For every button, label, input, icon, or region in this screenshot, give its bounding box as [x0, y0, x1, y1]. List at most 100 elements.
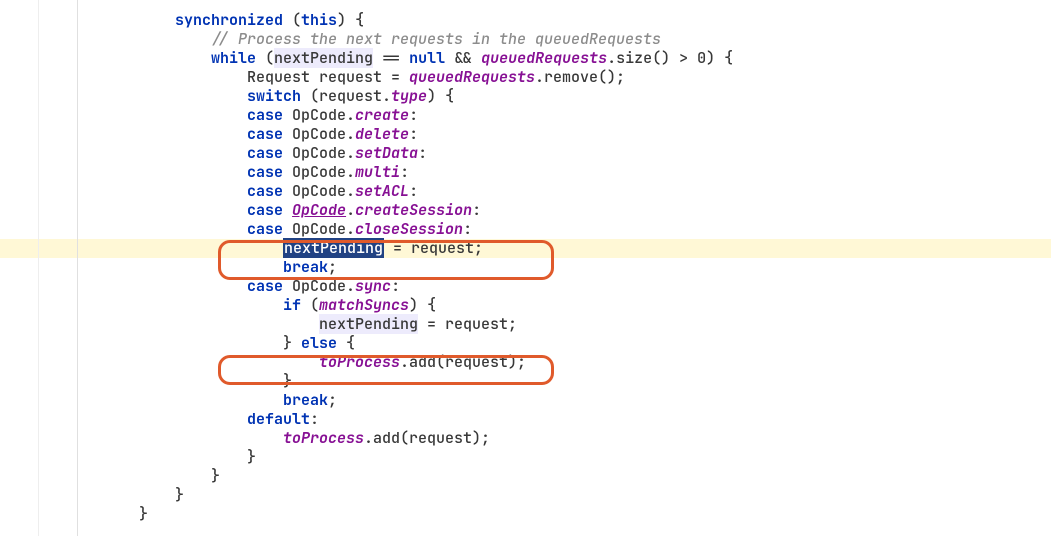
code-line[interactable]: break;: [85, 258, 733, 277]
code-token[interactable]: null: [409, 48, 445, 68]
code-token[interactable]: :: [310, 409, 319, 429]
code-token[interactable]: ==: [373, 48, 409, 68]
code-token[interactable]: }: [283, 371, 292, 391]
code-token[interactable]: OpCode: [292, 200, 346, 220]
code-line[interactable]: nextPending = request;: [85, 239, 733, 258]
code-token[interactable]: case: [247, 105, 283, 125]
code-token[interactable]: :: [472, 200, 481, 220]
code-line[interactable]: } else {: [85, 334, 733, 353]
code-token[interactable]: :: [463, 219, 472, 239]
code-line[interactable]: Request request = queuedRequests.remove(…: [85, 68, 733, 87]
code-token[interactable]: case: [247, 276, 283, 296]
code-token[interactable]: switch: [247, 86, 301, 106]
code-token[interactable]: ) {: [409, 295, 436, 315]
code-token[interactable]: (: [283, 10, 301, 30]
code-token[interactable]: = request;: [384, 238, 483, 258]
code-line[interactable]: case OpCode.sync:: [85, 277, 733, 296]
code-token[interactable]: .add(request);: [400, 352, 526, 372]
code-token[interactable]: }: [175, 485, 184, 505]
code-token[interactable]: delete: [355, 124, 409, 144]
code-line[interactable]: if (matchSyncs) {: [85, 296, 733, 315]
code-token[interactable]: nextPending: [283, 238, 384, 258]
code-line[interactable]: synchronized (this) {: [85, 11, 733, 30]
code-line[interactable]: case OpCode.closeSession:: [85, 220, 733, 239]
code-token[interactable]: if: [283, 295, 301, 315]
code-token[interactable]: this: [301, 10, 337, 30]
code-token[interactable]: nextPending: [319, 314, 418, 334]
code-token[interactable]: :: [418, 143, 427, 163]
code-line[interactable]: // Process the next requests in the queu…: [85, 30, 733, 49]
code-token[interactable]: setData: [355, 143, 418, 163]
code-token[interactable]: :: [409, 181, 418, 201]
code-line[interactable]: case OpCode.create:: [85, 106, 733, 125]
code-line[interactable]: }: [85, 486, 733, 505]
code-line[interactable]: case OpCode.createSession:: [85, 201, 733, 220]
code-token[interactable]: case: [247, 143, 283, 163]
code-token[interactable]: .add(request);: [364, 428, 490, 448]
code-token[interactable]: :: [391, 276, 400, 296]
code-line[interactable]: switch (request.type) {: [85, 87, 733, 106]
code-token[interactable]: :: [409, 124, 418, 144]
code-token[interactable]: toProcess: [319, 352, 400, 372]
code-line[interactable]: case OpCode.setData:: [85, 144, 733, 163]
code-token[interactable]: {: [337, 333, 355, 353]
code-token[interactable]: ;: [328, 257, 337, 277]
code-token[interactable]: }: [283, 333, 301, 353]
code-token[interactable]: OpCode.: [283, 105, 355, 125]
code-line[interactable]: }: [85, 448, 733, 467]
code-token[interactable]: OpCode.: [283, 143, 355, 163]
code-token[interactable]: ;: [328, 390, 337, 410]
code-token[interactable]: case: [247, 162, 283, 182]
code-line[interactable]: case OpCode.multi:: [85, 163, 733, 182]
code-line[interactable]: toProcess.add(request);: [85, 353, 733, 372]
code-token[interactable]: }: [247, 447, 256, 467]
code-token[interactable]: case: [247, 124, 283, 144]
code-token[interactable]: // Process the next requests in the queu…: [211, 29, 661, 49]
code-line[interactable]: default:: [85, 410, 733, 429]
code-token[interactable]: OpCode.: [283, 276, 355, 296]
code-token[interactable]: 0: [697, 48, 706, 68]
code-token[interactable]: &&: [445, 48, 481, 68]
code-token[interactable]: OpCode.: [283, 181, 355, 201]
code-token[interactable]: setACL: [355, 181, 409, 201]
code-token[interactable]: OpCode.: [283, 124, 355, 144]
code-token[interactable]: while: [211, 48, 256, 68]
code-token[interactable]: type: [391, 86, 427, 106]
code-token[interactable]: .: [346, 200, 355, 220]
code-token[interactable]: create: [355, 105, 409, 125]
code-token[interactable]: multi: [355, 162, 400, 182]
code-line[interactable]: while (nextPending == null && queuedRequ…: [85, 49, 733, 68]
code-token[interactable]: closeSession: [355, 219, 463, 239]
code-token[interactable]: (request.: [301, 86, 391, 106]
code-token[interactable]: [283, 200, 292, 220]
code-token[interactable]: Request request =: [247, 67, 409, 87]
code-token[interactable]: }: [139, 504, 148, 524]
code-token[interactable]: toProcess: [283, 428, 364, 448]
code-token[interactable]: OpCode.: [283, 162, 355, 182]
code-token[interactable]: case: [247, 219, 283, 239]
code-token[interactable]: queuedRequests: [409, 67, 535, 87]
code-token[interactable]: else: [301, 333, 337, 353]
code-token[interactable]: break: [283, 257, 328, 277]
code-line[interactable]: toProcess.add(request);: [85, 429, 733, 448]
code-token[interactable]: :: [400, 162, 409, 182]
code-token[interactable]: (: [256, 48, 274, 68]
code-line[interactable]: case OpCode.setACL:: [85, 182, 733, 201]
code-token[interactable]: = request;: [418, 314, 517, 334]
code-token[interactable]: sync: [355, 276, 391, 296]
code-area[interactable]: synchronized (this) { // Process the nex…: [85, 11, 733, 524]
code-token[interactable]: case: [247, 181, 283, 201]
code-token[interactable]: OpCode.: [283, 219, 355, 239]
code-line[interactable]: nextPending = request;: [85, 315, 733, 334]
code-line[interactable]: }: [85, 467, 733, 486]
code-token[interactable]: matchSyncs: [319, 295, 409, 315]
code-token[interactable]: :: [409, 105, 418, 125]
code-token[interactable]: nextPending: [274, 48, 373, 68]
code-token[interactable]: case: [247, 200, 283, 220]
code-token[interactable]: (: [301, 295, 319, 315]
code-token[interactable]: ) {: [706, 48, 733, 68]
code-token[interactable]: break: [283, 390, 328, 410]
code-line[interactable]: case OpCode.delete:: [85, 125, 733, 144]
code-token[interactable]: createSession: [355, 200, 472, 220]
code-token[interactable]: synchronized: [175, 10, 283, 30]
